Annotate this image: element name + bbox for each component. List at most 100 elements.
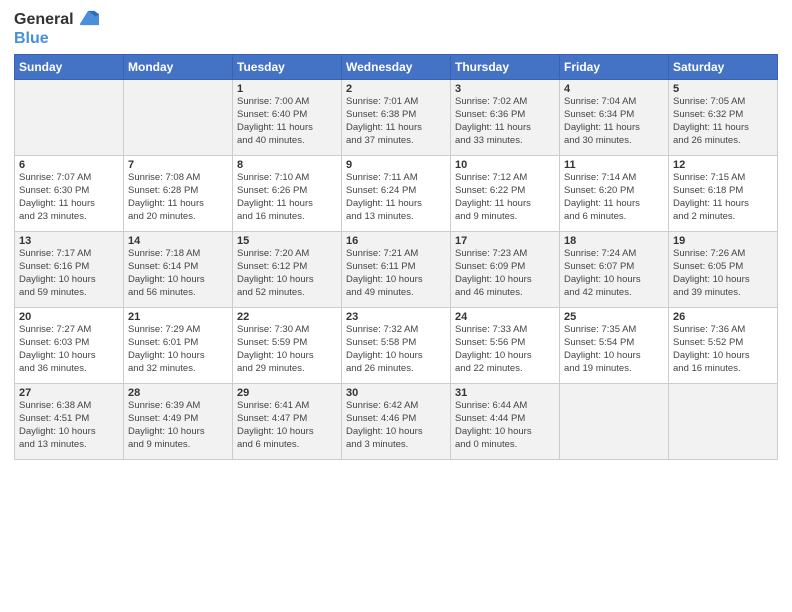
calendar-cell: 27Sunrise: 6:38 AM Sunset: 4:51 PM Dayli… bbox=[15, 384, 124, 460]
day-number: 6 bbox=[19, 159, 119, 171]
page-header: General Blue bbox=[14, 10, 778, 48]
day-info: Sunrise: 6:44 AM Sunset: 4:44 PM Dayligh… bbox=[455, 400, 555, 451]
day-number: 19 bbox=[673, 235, 773, 247]
day-info: Sunrise: 7:15 AM Sunset: 6:18 PM Dayligh… bbox=[673, 172, 773, 223]
day-info: Sunrise: 7:05 AM Sunset: 6:32 PM Dayligh… bbox=[673, 96, 773, 147]
day-info: Sunrise: 7:18 AM Sunset: 6:14 PM Dayligh… bbox=[128, 248, 228, 299]
calendar-cell: 8Sunrise: 7:10 AM Sunset: 6:26 PM Daylig… bbox=[233, 156, 342, 232]
calendar-cell: 6Sunrise: 7:07 AM Sunset: 6:30 PM Daylig… bbox=[15, 156, 124, 232]
day-number: 30 bbox=[346, 387, 446, 399]
logo-text: General bbox=[14, 10, 74, 29]
calendar-cell: 18Sunrise: 7:24 AM Sunset: 6:07 PM Dayli… bbox=[560, 232, 669, 308]
calendar-row: 6Sunrise: 7:07 AM Sunset: 6:30 PM Daylig… bbox=[15, 156, 778, 232]
day-info: Sunrise: 7:35 AM Sunset: 5:54 PM Dayligh… bbox=[564, 324, 664, 375]
calendar-cell: 30Sunrise: 6:42 AM Sunset: 4:46 PM Dayli… bbox=[342, 384, 451, 460]
calendar-row: 1Sunrise: 7:00 AM Sunset: 6:40 PM Daylig… bbox=[15, 80, 778, 156]
day-info: Sunrise: 7:00 AM Sunset: 6:40 PM Dayligh… bbox=[237, 96, 337, 147]
day-info: Sunrise: 6:39 AM Sunset: 4:49 PM Dayligh… bbox=[128, 400, 228, 451]
day-info: Sunrise: 7:17 AM Sunset: 6:16 PM Dayligh… bbox=[19, 248, 119, 299]
day-number: 24 bbox=[455, 311, 555, 323]
calendar-cell bbox=[124, 80, 233, 156]
day-info: Sunrise: 7:10 AM Sunset: 6:26 PM Dayligh… bbox=[237, 172, 337, 223]
day-info: Sunrise: 7:29 AM Sunset: 6:01 PM Dayligh… bbox=[128, 324, 228, 375]
day-info: Sunrise: 7:33 AM Sunset: 5:56 PM Dayligh… bbox=[455, 324, 555, 375]
day-number: 23 bbox=[346, 311, 446, 323]
day-info: Sunrise: 7:26 AM Sunset: 6:05 PM Dayligh… bbox=[673, 248, 773, 299]
day-info: Sunrise: 7:14 AM Sunset: 6:20 PM Dayligh… bbox=[564, 172, 664, 223]
day-number: 2 bbox=[346, 83, 446, 95]
calendar-cell: 23Sunrise: 7:32 AM Sunset: 5:58 PM Dayli… bbox=[342, 308, 451, 384]
calendar-cell: 16Sunrise: 7:21 AM Sunset: 6:11 PM Dayli… bbox=[342, 232, 451, 308]
header-monday: Monday bbox=[124, 55, 233, 80]
day-number: 3 bbox=[455, 83, 555, 95]
day-info: Sunrise: 7:12 AM Sunset: 6:22 PM Dayligh… bbox=[455, 172, 555, 223]
calendar-cell: 15Sunrise: 7:20 AM Sunset: 6:12 PM Dayli… bbox=[233, 232, 342, 308]
calendar-cell: 7Sunrise: 7:08 AM Sunset: 6:28 PM Daylig… bbox=[124, 156, 233, 232]
calendar-cell: 25Sunrise: 7:35 AM Sunset: 5:54 PM Dayli… bbox=[560, 308, 669, 384]
calendar-cell: 4Sunrise: 7:04 AM Sunset: 6:34 PM Daylig… bbox=[560, 80, 669, 156]
day-number: 17 bbox=[455, 235, 555, 247]
calendar-cell bbox=[15, 80, 124, 156]
calendar-cell: 17Sunrise: 7:23 AM Sunset: 6:09 PM Dayli… bbox=[451, 232, 560, 308]
day-info: Sunrise: 6:41 AM Sunset: 4:47 PM Dayligh… bbox=[237, 400, 337, 451]
calendar-cell: 29Sunrise: 6:41 AM Sunset: 4:47 PM Dayli… bbox=[233, 384, 342, 460]
day-info: Sunrise: 7:04 AM Sunset: 6:34 PM Dayligh… bbox=[564, 96, 664, 147]
day-info: Sunrise: 7:01 AM Sunset: 6:38 PM Dayligh… bbox=[346, 96, 446, 147]
header-sunday: Sunday bbox=[15, 55, 124, 80]
day-info: Sunrise: 7:32 AM Sunset: 5:58 PM Dayligh… bbox=[346, 324, 446, 375]
calendar-cell: 31Sunrise: 6:44 AM Sunset: 4:44 PM Dayli… bbox=[451, 384, 560, 460]
day-number: 14 bbox=[128, 235, 228, 247]
logo-text-blue: Blue bbox=[14, 29, 99, 48]
day-info: Sunrise: 7:11 AM Sunset: 6:24 PM Dayligh… bbox=[346, 172, 446, 223]
day-number: 13 bbox=[19, 235, 119, 247]
calendar-cell: 3Sunrise: 7:02 AM Sunset: 6:36 PM Daylig… bbox=[451, 80, 560, 156]
calendar-cell: 26Sunrise: 7:36 AM Sunset: 5:52 PM Dayli… bbox=[669, 308, 778, 384]
day-number: 29 bbox=[237, 387, 337, 399]
calendar-cell bbox=[560, 384, 669, 460]
day-info: Sunrise: 7:02 AM Sunset: 6:36 PM Dayligh… bbox=[455, 96, 555, 147]
calendar-cell: 21Sunrise: 7:29 AM Sunset: 6:01 PM Dayli… bbox=[124, 308, 233, 384]
day-number: 22 bbox=[237, 311, 337, 323]
day-number: 8 bbox=[237, 159, 337, 171]
day-info: Sunrise: 7:30 AM Sunset: 5:59 PM Dayligh… bbox=[237, 324, 337, 375]
calendar-cell: 10Sunrise: 7:12 AM Sunset: 6:22 PM Dayli… bbox=[451, 156, 560, 232]
header-friday: Friday bbox=[560, 55, 669, 80]
calendar-cell: 9Sunrise: 7:11 AM Sunset: 6:24 PM Daylig… bbox=[342, 156, 451, 232]
day-number: 31 bbox=[455, 387, 555, 399]
calendar-cell: 22Sunrise: 7:30 AM Sunset: 5:59 PM Dayli… bbox=[233, 308, 342, 384]
day-number: 10 bbox=[455, 159, 555, 171]
day-info: Sunrise: 7:23 AM Sunset: 6:09 PM Dayligh… bbox=[455, 248, 555, 299]
calendar-cell: 12Sunrise: 7:15 AM Sunset: 6:18 PM Dayli… bbox=[669, 156, 778, 232]
calendar-row: 27Sunrise: 6:38 AM Sunset: 4:51 PM Dayli… bbox=[15, 384, 778, 460]
calendar-cell: 14Sunrise: 7:18 AM Sunset: 6:14 PM Dayli… bbox=[124, 232, 233, 308]
day-number: 18 bbox=[564, 235, 664, 247]
calendar-cell bbox=[669, 384, 778, 460]
calendar-cell: 13Sunrise: 7:17 AM Sunset: 6:16 PM Dayli… bbox=[15, 232, 124, 308]
header-saturday: Saturday bbox=[669, 55, 778, 80]
day-number: 4 bbox=[564, 83, 664, 95]
day-number: 26 bbox=[673, 311, 773, 323]
calendar-cell: 5Sunrise: 7:05 AM Sunset: 6:32 PM Daylig… bbox=[669, 80, 778, 156]
calendar-cell: 2Sunrise: 7:01 AM Sunset: 6:38 PM Daylig… bbox=[342, 80, 451, 156]
day-info: Sunrise: 7:08 AM Sunset: 6:28 PM Dayligh… bbox=[128, 172, 228, 223]
day-info: Sunrise: 7:36 AM Sunset: 5:52 PM Dayligh… bbox=[673, 324, 773, 375]
day-number: 21 bbox=[128, 311, 228, 323]
calendar-row: 20Sunrise: 7:27 AM Sunset: 6:03 PM Dayli… bbox=[15, 308, 778, 384]
calendar-cell: 11Sunrise: 7:14 AM Sunset: 6:20 PM Dayli… bbox=[560, 156, 669, 232]
logo-icon bbox=[77, 7, 99, 29]
calendar-cell: 24Sunrise: 7:33 AM Sunset: 5:56 PM Dayli… bbox=[451, 308, 560, 384]
day-number: 7 bbox=[128, 159, 228, 171]
calendar-cell: 28Sunrise: 6:39 AM Sunset: 4:49 PM Dayli… bbox=[124, 384, 233, 460]
header-thursday: Thursday bbox=[451, 55, 560, 80]
day-info: Sunrise: 7:24 AM Sunset: 6:07 PM Dayligh… bbox=[564, 248, 664, 299]
day-number: 27 bbox=[19, 387, 119, 399]
calendar-table: SundayMondayTuesdayWednesdayThursdayFrid… bbox=[14, 54, 778, 460]
day-info: Sunrise: 7:27 AM Sunset: 6:03 PM Dayligh… bbox=[19, 324, 119, 375]
header-tuesday: Tuesday bbox=[233, 55, 342, 80]
day-info: Sunrise: 7:20 AM Sunset: 6:12 PM Dayligh… bbox=[237, 248, 337, 299]
day-number: 1 bbox=[237, 83, 337, 95]
day-info: Sunrise: 6:42 AM Sunset: 4:46 PM Dayligh… bbox=[346, 400, 446, 451]
day-number: 16 bbox=[346, 235, 446, 247]
day-info: Sunrise: 7:21 AM Sunset: 6:11 PM Dayligh… bbox=[346, 248, 446, 299]
calendar-row: 13Sunrise: 7:17 AM Sunset: 6:16 PM Dayli… bbox=[15, 232, 778, 308]
